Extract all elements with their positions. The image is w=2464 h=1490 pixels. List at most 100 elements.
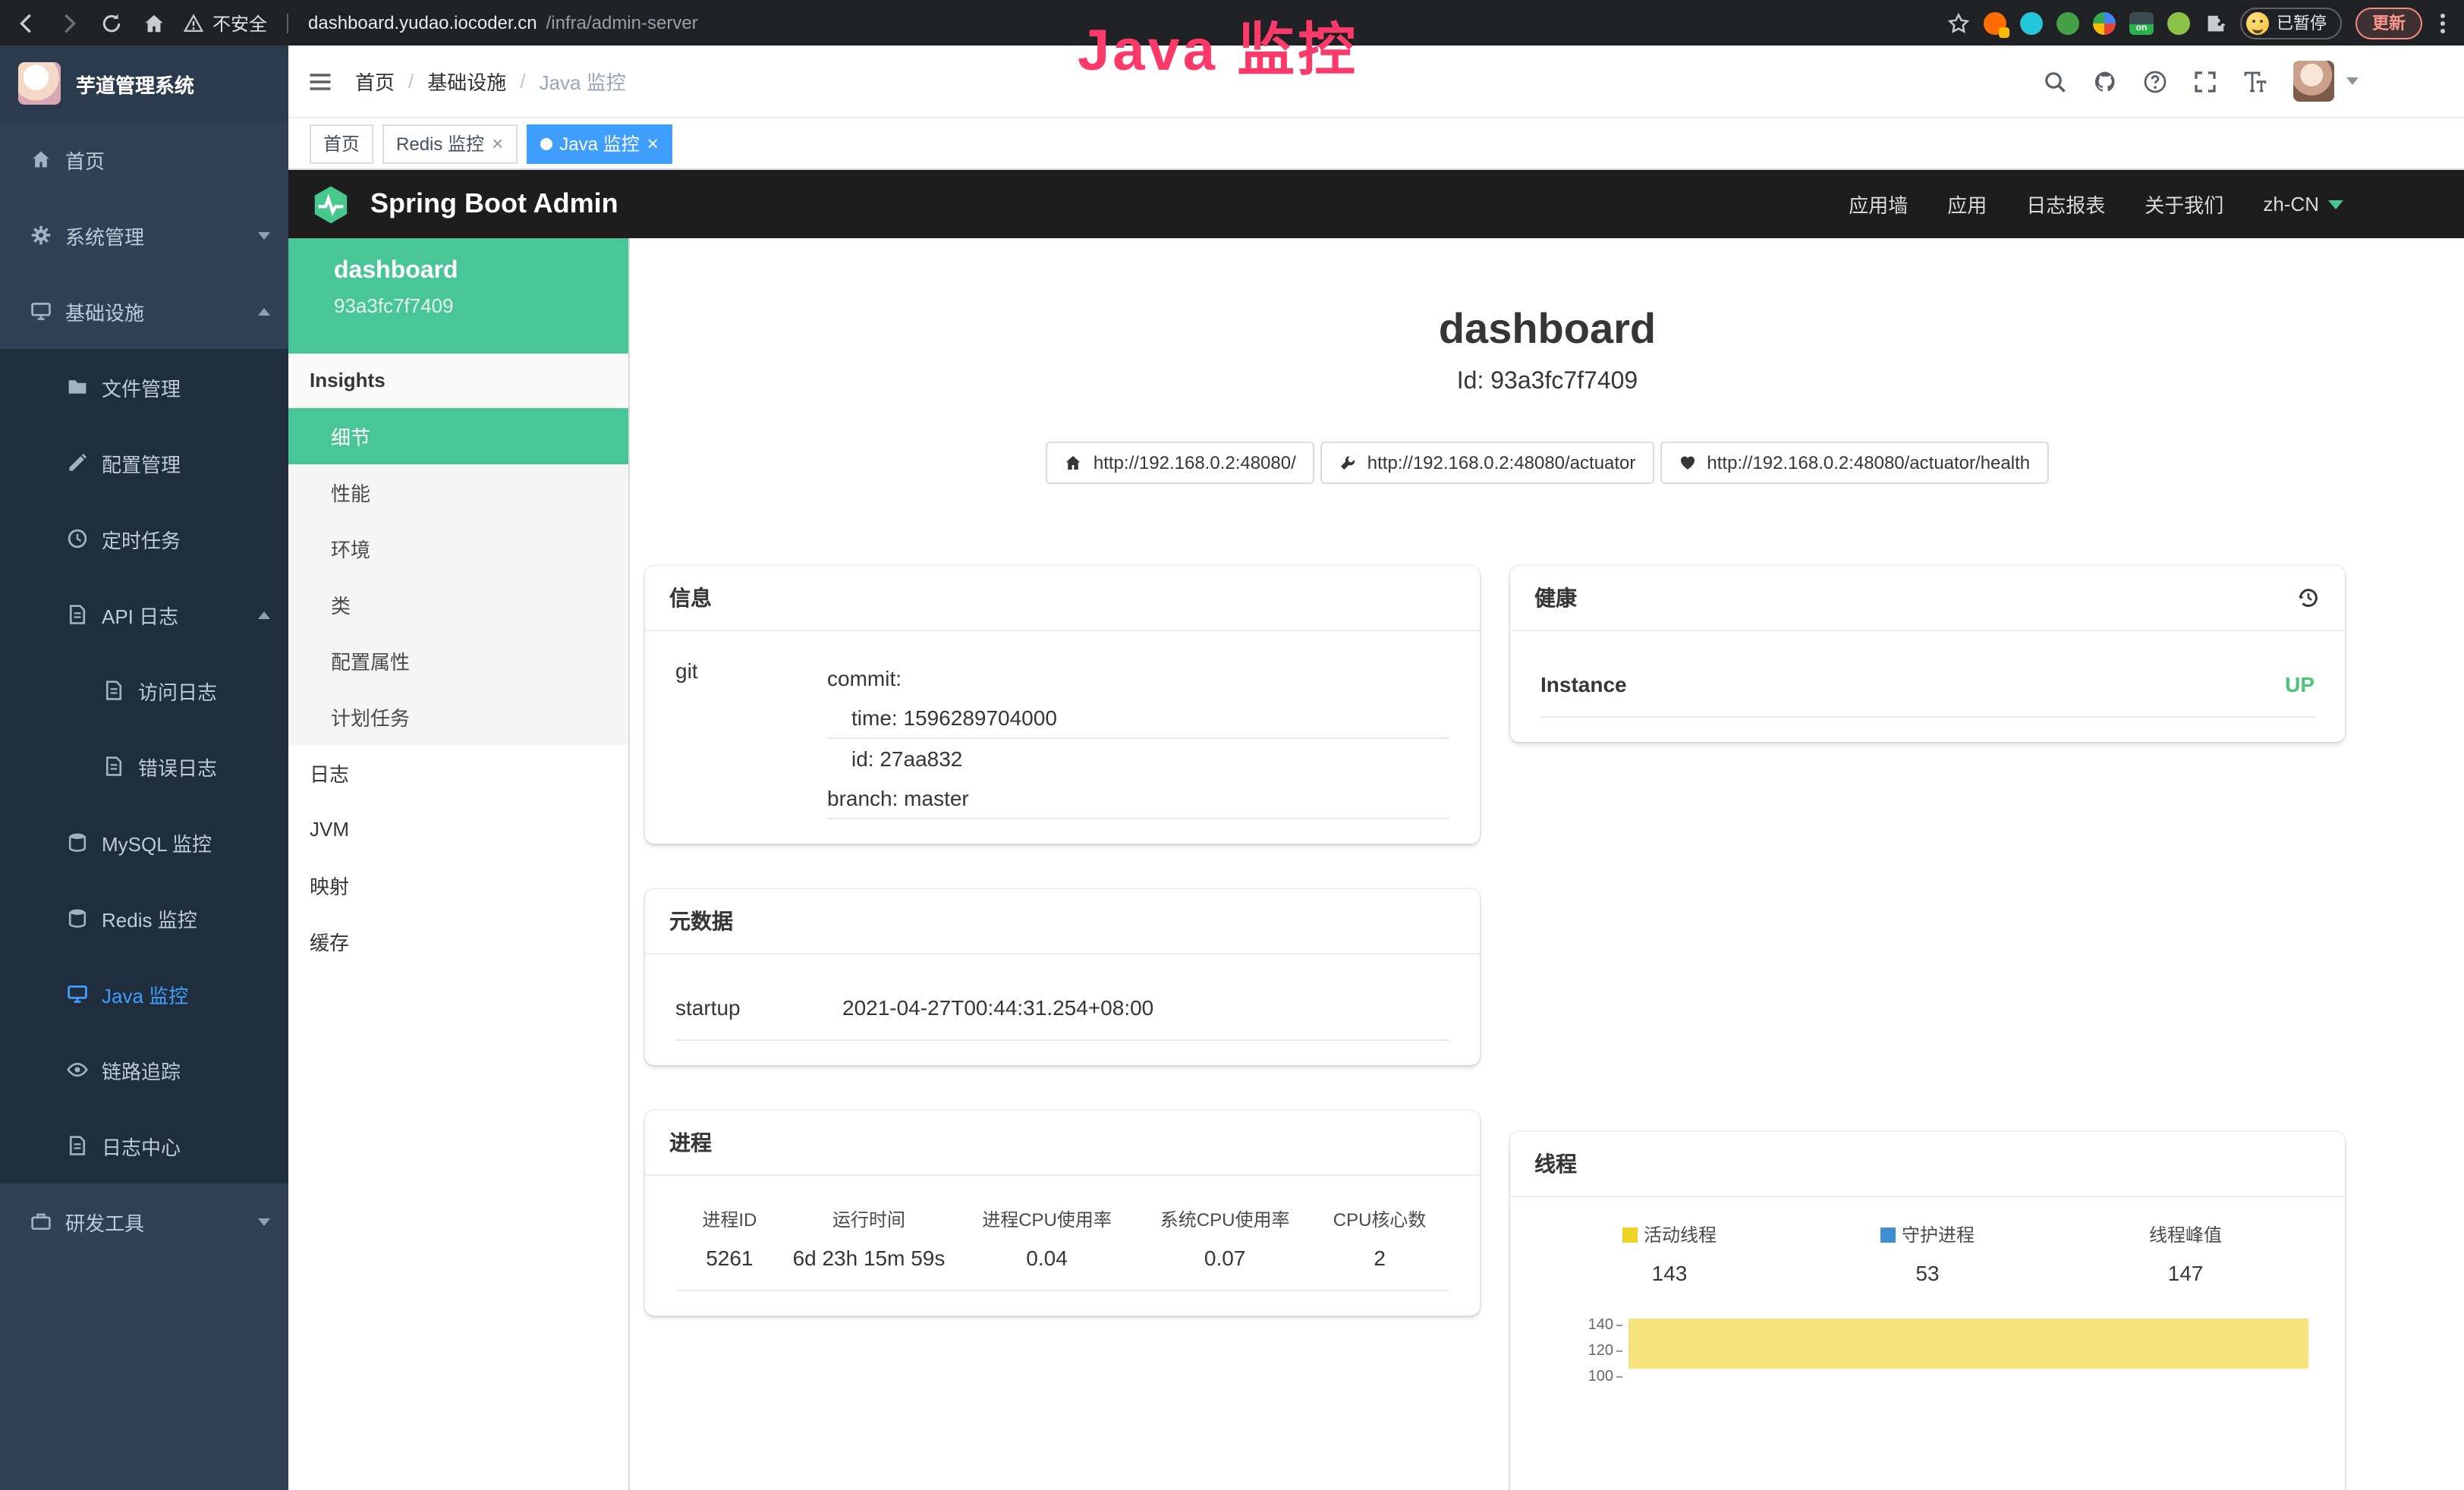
breadcrumb-item[interactable]: 首页 <box>355 67 395 96</box>
forward-icon[interactable] <box>58 11 80 34</box>
bookmark-star-icon[interactable] <box>1947 11 1970 34</box>
sba-sidebar-item-details[interactable]: 细节 <box>288 408 628 464</box>
sba-sidebar-item-classes[interactable]: 类 <box>288 577 628 633</box>
tab-redis-monitor[interactable]: Redis 监控 <box>382 124 517 163</box>
address-bar[interactable]: 不安全 dashboard.yudao.iocoder.cn/infra/adm… <box>184 10 698 36</box>
cards-left-column: 信息 git commit: time: 1596289704000 id: 2… <box>645 566 1480 1490</box>
browser-menu-icon[interactable] <box>2436 13 2450 33</box>
sba-nav-applications[interactable]: 应用 <box>1947 190 1987 218</box>
locale-selector[interactable]: zh-CN <box>2263 193 2343 215</box>
sidebar-item-log-center[interactable]: 日志中心 <box>0 1108 288 1184</box>
extension-icon[interactable] <box>2056 11 2079 34</box>
process-column-header: CPU核心数 <box>1310 1206 1449 1232</box>
app-menu: 首页 系统管理 基础设施 文件管理 配置管理 <box>0 121 288 1259</box>
sba-nav-about[interactable]: 关于我们 <box>2145 190 2223 218</box>
sidebar-group-system-management[interactable]: 系统管理 <box>0 197 288 273</box>
chevron-up-icon <box>258 307 270 315</box>
axis-tick: 140 <box>1556 1312 1613 1338</box>
help-icon[interactable] <box>2143 69 2167 93</box>
health-url-button[interactable]: http://192.168.0.2:48080/actuator/health <box>1660 442 2048 484</box>
sba-sidebar-item-performance[interactable]: 性能 <box>288 464 628 520</box>
extension-icon[interactable] <box>2020 11 2043 34</box>
extensions-puzzle-icon[interactable] <box>2204 11 2226 34</box>
sidebar-item-file-management[interactable]: 文件管理 <box>0 349 288 425</box>
refresh-icon[interactable] <box>100 11 123 34</box>
fullscreen-icon[interactable] <box>2193 69 2217 93</box>
extension-icon[interactable] <box>1984 11 2006 34</box>
sba-sidebar-item-environment[interactable]: 环境 <box>288 520 628 577</box>
profile-paused-chip[interactable]: 已暂停 <box>2240 7 2342 39</box>
eye-icon <box>67 1059 88 1080</box>
extension-icon[interactable]: on <box>2129 11 2154 34</box>
sidebar-item-label: 错误日志 <box>138 752 217 781</box>
info-line: id: 27aa832 <box>827 739 1449 778</box>
sidebar-group-dev-tools[interactable]: 研发工具 <box>0 1184 288 1259</box>
sba-sidebar-item-scheduled-tasks[interactable]: 计划任务 <box>288 689 628 745</box>
github-icon[interactable] <box>2093 69 2117 93</box>
sidebar-item-mysql-monitor[interactable]: MySQL 监控 <box>0 804 288 880</box>
legend-swatch <box>1880 1227 1896 1242</box>
health-card: 健康 Instance UP <box>1510 566 2345 742</box>
monitor-icon <box>30 300 52 322</box>
wrench-icon <box>1339 454 1357 472</box>
database-icon <box>67 831 88 853</box>
sidebar-item-error-logs[interactable]: 错误日志 <box>0 728 288 804</box>
axis-tick: 100 <box>1556 1364 1613 1390</box>
cards-grid: 信息 git commit: time: 1596289704000 id: 2… <box>645 566 2345 1490</box>
sidebar-group-infrastructure[interactable]: 基础设施 <box>0 273 288 349</box>
hamburger-icon[interactable] <box>307 68 334 95</box>
sidebar-item-link-tracing[interactable]: 链路追踪 <box>0 1032 288 1108</box>
info-line: branch: master <box>827 778 1449 819</box>
tab-java-monitor[interactable]: Java 监控 <box>526 124 672 163</box>
chrome-update-button[interactable]: 更新 <box>2355 7 2422 39</box>
sidebar-item-access-logs[interactable]: 访问日志 <box>0 652 288 728</box>
back-icon[interactable] <box>15 11 38 34</box>
sidebar-item-redis-monitor[interactable]: Redis 监控 <box>0 880 288 956</box>
sba-sidebar-item-jvm[interactable]: JVM <box>288 801 628 857</box>
sba-nav-journal[interactable]: 日志报表 <box>2026 190 2105 218</box>
close-icon[interactable] <box>647 133 659 154</box>
sba-section-insights: Insights <box>288 354 628 408</box>
sba-nav-wall[interactable]: 应用墙 <box>1849 190 1908 218</box>
sidebar-item-home[interactable]: 首页 <box>0 121 288 197</box>
search-icon[interactable] <box>2043 69 2067 93</box>
clock-icon <box>67 528 88 549</box>
extension-icon[interactable] <box>2093 11 2116 34</box>
header-actions <box>2043 61 2359 102</box>
home-icon <box>1065 454 1083 472</box>
app-title: 芋道管理系统 <box>76 69 194 98</box>
instance-id: 93a3fc7f7409 <box>334 294 628 317</box>
instance-url-button[interactable]: http://192.168.0.2:48080/ <box>1046 442 1314 484</box>
monitor-icon <box>67 983 88 1004</box>
metadata-card-title: 元数据 <box>645 889 1480 954</box>
chevron-down-icon[interactable] <box>2346 77 2359 85</box>
metadata-card: 元数据 startup 2021-04-27T00:44:31.254+08:0… <box>645 889 1480 1065</box>
health-instance-label: Instance <box>1540 672 1627 696</box>
browser-home-icon[interactable] <box>143 11 165 34</box>
sba-sidebar-item-config-properties[interactable]: 配置属性 <box>288 633 628 689</box>
instance-header[interactable]: dashboard 93a3fc7f7409 <box>288 238 628 354</box>
sidebar-item-java-monitor[interactable]: Java 监控 <box>0 956 288 1032</box>
tab-home[interactable]: 首页 <box>310 124 373 163</box>
sidebar-group-api-logs[interactable]: API 日志 <box>0 577 288 652</box>
sidebar-item-label: 链路追踪 <box>102 1055 181 1084</box>
sidebar-item-label: 系统管理 <box>65 221 144 250</box>
annotation-java-monitor: Java 监控 <box>1078 3 1358 86</box>
sidebar-item-config-management[interactable]: 配置管理 <box>0 425 288 501</box>
sba-sidebar-item-caches[interactable]: 缓存 <box>288 913 628 970</box>
history-icon[interactable] <box>2296 586 2321 610</box>
font-size-icon[interactable] <box>2243 69 2267 93</box>
sidebar-item-label: 研发工具 <box>65 1207 144 1236</box>
app-logo-image <box>18 62 61 105</box>
sidebar-item-scheduled-tasks[interactable]: 定时任务 <box>0 501 288 577</box>
sba-sidebar-item-logs[interactable]: 日志 <box>288 745 628 801</box>
chart-plot-area <box>1629 1312 2308 1490</box>
user-avatar[interactable] <box>2293 61 2334 102</box>
breadcrumb-item[interactable]: 基础设施 <box>427 67 506 96</box>
app-logo[interactable]: 芋道管理系统 <box>0 46 288 121</box>
link-label: http://192.168.0.2:48080/actuator <box>1367 452 1636 473</box>
close-icon[interactable] <box>492 133 503 154</box>
actuator-url-button[interactable]: http://192.168.0.2:48080/actuator <box>1320 442 1654 484</box>
sba-sidebar-item-mappings[interactable]: 映射 <box>288 857 628 913</box>
extension-icon[interactable] <box>2167 11 2190 34</box>
